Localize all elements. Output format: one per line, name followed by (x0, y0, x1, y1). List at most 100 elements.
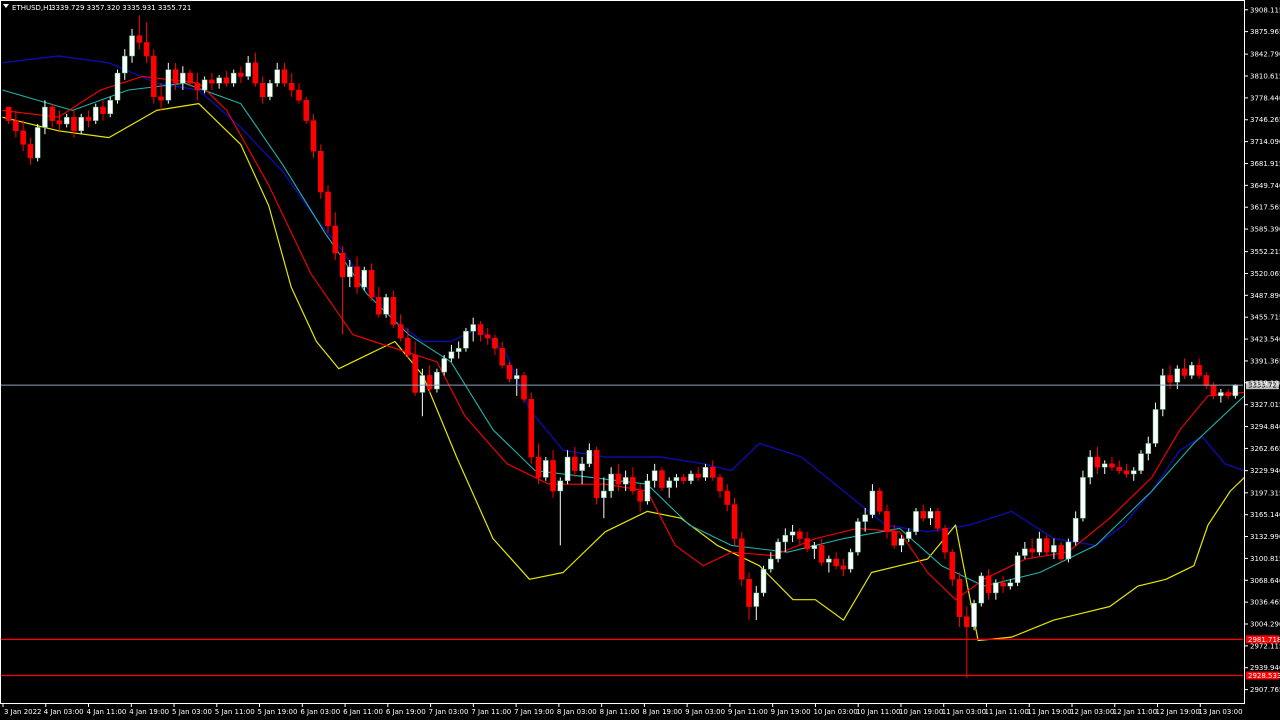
candle-body (622, 477, 629, 485)
candle-body (1130, 470, 1137, 475)
candle-body (1043, 538, 1050, 553)
candle-body (521, 375, 527, 400)
candle-body (1123, 470, 1130, 475)
x-tick-label: 7 Jan 03:00 (429, 708, 469, 716)
candle-body (470, 324, 476, 332)
candle-body (455, 348, 462, 352)
candle-body (13, 120, 19, 132)
candle-body (695, 473, 702, 478)
y-tick-label: 3229.940 (1250, 467, 1280, 475)
x-tick-label: 8 Jan 03:00 (557, 708, 597, 716)
symbol-label: ETHUSD,H1 (12, 4, 53, 12)
y-tick-label: 3423.540 (1250, 336, 1280, 344)
candle-body (557, 480, 564, 492)
y-tick-label: 3875.965 (1250, 28, 1280, 36)
x-tick-label: 5 Jan 11:00 (215, 708, 255, 716)
candle-body (550, 460, 556, 492)
x-tick-label: 4 Jan 19:00 (129, 708, 169, 716)
candle-body (368, 269, 375, 298)
candle-body (1094, 456, 1101, 468)
candle-body (259, 82, 266, 98)
candle-body (644, 480, 651, 502)
y-tick-label: 3197.315 (1250, 489, 1280, 497)
candle-body (85, 116, 92, 121)
candle-body (230, 72, 237, 84)
candle-body (1218, 392, 1224, 397)
candle-body (49, 106, 55, 121)
x-tick-label: 13 Jan 03:00 (1198, 708, 1242, 716)
candle-body (724, 490, 731, 505)
candle-body (738, 538, 745, 580)
candle-body (630, 477, 636, 492)
x-tick-label: 8 Jan 11:00 (600, 708, 640, 716)
candle-body (811, 545, 818, 550)
candle-body (63, 116, 70, 125)
candle-body (1109, 463, 1115, 468)
candle-body (1014, 555, 1021, 583)
chart-header: ETHUSD,H1 3339.729 3357.320 3335.931 335… (3, 4, 191, 12)
y-tick-label: 3585.390 (1250, 226, 1280, 234)
candle-body (92, 106, 99, 121)
candle-body (978, 575, 985, 604)
candle-body (579, 463, 585, 471)
candle-body (833, 558, 839, 566)
candle-body (376, 297, 382, 315)
candle-body (1189, 365, 1195, 376)
candle-body (1174, 368, 1181, 383)
candle-body (5, 106, 12, 121)
x-tick-label: 6 Jan 19:00 (386, 708, 426, 716)
candle-body (964, 616, 970, 628)
x-tick-label: 9 Jan 19:00 (771, 708, 811, 716)
candle-body (20, 130, 26, 145)
candle-body (869, 490, 876, 516)
candle-body (905, 531, 912, 539)
y-tick-label: 3520.065 (1250, 270, 1280, 278)
candle-body (310, 120, 317, 152)
candle-body (528, 398, 535, 458)
candle-body (180, 72, 186, 84)
candle-body (680, 477, 687, 482)
candle-body (688, 473, 694, 482)
candle-body (209, 79, 215, 84)
candle-body (441, 358, 447, 373)
y-tick-label: 3746.265 (1250, 116, 1280, 124)
x-tick-label: 10 Jan 19:00 (899, 708, 943, 716)
candle-body (325, 191, 331, 227)
candle-body (564, 456, 571, 482)
candle-body (956, 579, 963, 617)
x-tick-label: 11 Jan 03:00 (942, 708, 986, 716)
candle-body (136, 35, 143, 43)
candle-body (107, 99, 114, 115)
y-tick-label: 3552.215 (1250, 248, 1280, 256)
x-tick-label: 12 Jan 11:00 (1113, 708, 1157, 716)
x-tick-label: 11 Jan 19:00 (1027, 708, 1071, 716)
x-tick-label: 6 Jan 03:00 (300, 708, 340, 716)
candle-body (347, 266, 353, 278)
y-tick-label: 2907.765 (1250, 686, 1280, 694)
candle-body (354, 266, 360, 288)
candle-body (753, 592, 760, 607)
candle-body (303, 99, 310, 121)
candle-body (1181, 368, 1188, 376)
candle-body (586, 449, 593, 465)
candle-body (114, 72, 121, 101)
candle-body (993, 582, 999, 594)
y-tick-label: 3810.615 (1250, 73, 1280, 81)
candle-body (601, 490, 607, 499)
candle-body (216, 77, 222, 84)
y-tick-label: 3132.990 (1250, 533, 1280, 541)
candle-body (288, 82, 295, 91)
x-tick-label: 5 Jan 19:00 (258, 708, 298, 716)
x-tick-label: 5 Jan 03:00 (172, 708, 212, 716)
candle-body (426, 375, 433, 390)
candle-body (760, 568, 767, 594)
y-tick-label: 3778.440 (1250, 94, 1280, 102)
candle-body (383, 297, 389, 315)
candle-body (27, 144, 34, 159)
y-tick-label: 3262.665 (1250, 445, 1280, 453)
candle-body (608, 473, 614, 492)
price-chart[interactable]: 3355.7212981.7182928.533 3908.1153875.96… (0, 0, 1280, 720)
candle-body (267, 82, 273, 98)
candle-body (1101, 463, 1108, 468)
y-tick-label: 3649.740 (1250, 182, 1280, 190)
